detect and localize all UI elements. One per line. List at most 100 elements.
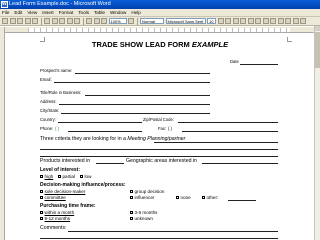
zip-line[interactable]	[178, 122, 278, 123]
prospect-line[interactable]	[75, 73, 210, 74]
font-select[interactable]: Microsoft Sans Serif	[165, 18, 206, 24]
decision-group-option[interactable]: group decision	[130, 189, 164, 194]
underline-icon[interactable]	[232, 18, 239, 24]
vertical-ruler[interactable]	[0, 27, 5, 240]
new-document-icon[interactable]	[2, 18, 8, 24]
time-month-option[interactable]: within a month	[40, 210, 74, 215]
paste-icon[interactable]	[59, 18, 65, 24]
font-size-select[interactable]: 10	[207, 18, 216, 24]
scroll-up-arrow-icon[interactable]	[315, 26, 320, 31]
menu-insert[interactable]: Insert	[42, 10, 54, 15]
products-line[interactable]	[96, 163, 124, 164]
interest-partial-option[interactable]: partial	[58, 174, 75, 179]
menu-help[interactable]: Help	[131, 10, 140, 15]
title-role-label: Title/Role in Business:	[40, 90, 82, 95]
checkbox-icon	[130, 196, 133, 200]
decision-influencer-option[interactable]: influencer	[130, 195, 154, 200]
checkbox-icon	[202, 196, 205, 200]
table-icon[interactable]	[86, 18, 92, 24]
cut-icon[interactable]	[44, 18, 50, 24]
zoom-select[interactable]: 100%	[108, 18, 127, 24]
document-page[interactable]: TRADE SHOW LEAD FORM EXAMPLE Date Prospe…	[6, 33, 314, 240]
columns-icon[interactable]	[93, 18, 100, 24]
interest-low-option[interactable]: low	[80, 174, 91, 179]
form-title: TRADE SHOW LEAD FORM EXAMPLE	[91, 40, 229, 49]
decision-heading: Decision-making influence/process:	[40, 182, 126, 188]
products-label: Products interested in	[40, 158, 91, 164]
menu-file[interactable]: File	[2, 10, 9, 15]
checkbox-icon	[176, 196, 179, 200]
bullets-icon[interactable]	[277, 18, 284, 24]
decision-sole-option[interactable]: sole decision-maker	[40, 189, 85, 194]
redo-icon[interactable]	[74, 18, 80, 24]
phone-area-code[interactable]: ( )	[55, 126, 59, 131]
toolbar-divider	[40, 17, 42, 25]
print-preview-icon[interactable]	[32, 18, 38, 24]
print-icon[interactable]	[24, 18, 31, 24]
justify-icon[interactable]	[262, 18, 269, 24]
country-line[interactable]	[58, 122, 142, 123]
checkbox-icon	[40, 190, 43, 194]
checkbox-icon	[40, 217, 43, 221]
align-right-icon[interactable]	[255, 18, 261, 24]
menu-window[interactable]: Window	[110, 10, 126, 15]
interest-high-option[interactable]: high	[40, 174, 53, 179]
time-9-12-option[interactable]: 9-12 months	[40, 216, 70, 221]
align-center-icon[interactable]	[247, 18, 254, 24]
menu-table[interactable]: Table	[94, 10, 105, 15]
indent-icon[interactable]	[292, 18, 299, 24]
checkbox-icon	[130, 211, 133, 215]
checkbox-icon	[130, 217, 133, 221]
criteria-line-3[interactable]	[40, 156, 278, 157]
italic-icon[interactable]	[225, 18, 231, 24]
decision-other-option[interactable]: other:	[202, 195, 218, 200]
decision-none-option[interactable]: none	[176, 195, 191, 200]
time-3-6-option[interactable]: 3-6 months	[130, 210, 157, 215]
menu-tools[interactable]: Tools	[78, 10, 89, 15]
date-line[interactable]	[240, 64, 278, 65]
scroll-thumb[interactable]	[315, 32, 320, 68]
window-title: Lead Form Example.doc - Microsoft Word	[9, 1, 111, 7]
menu-format[interactable]: Format	[59, 10, 74, 15]
help-icon[interactable]	[128, 18, 134, 24]
geographic-line[interactable]	[202, 163, 278, 164]
criteria-line-1[interactable]	[154, 142, 278, 143]
comments-line-2[interactable]	[40, 238, 278, 239]
comments-line-1[interactable]	[68, 231, 278, 232]
title-role-line[interactable]	[85, 95, 210, 96]
time-unknown-option[interactable]: unknown	[130, 216, 153, 221]
highlight-icon[interactable]	[300, 18, 306, 24]
outdent-icon[interactable]	[285, 18, 291, 24]
email-label: Email:	[40, 77, 52, 82]
copy-icon[interactable]	[51, 18, 58, 24]
ruler-scale	[28, 28, 290, 32]
checkbox-icon	[40, 196, 43, 200]
word-app-icon	[1, 0, 8, 9]
checkbox-icon	[40, 175, 43, 179]
fax-area-code[interactable]: ( )	[168, 126, 172, 131]
style-select[interactable]: Normal	[140, 18, 164, 24]
undo-icon[interactable]	[66, 18, 73, 24]
align-left-icon[interactable]	[240, 18, 246, 24]
vertical-scrollbar[interactable]	[314, 26, 320, 240]
open-icon[interactable]	[9, 18, 16, 24]
address-line[interactable]	[59, 104, 210, 105]
time-frame-heading: Purchasing time frame:	[40, 203, 96, 209]
prospect-label: Prospect's name:	[40, 68, 73, 73]
numbering-icon[interactable]	[270, 18, 276, 24]
email-line[interactable]	[54, 82, 210, 83]
toolbar-divider	[82, 17, 84, 25]
drawing-icon[interactable]	[101, 18, 107, 24]
phone-line[interactable]	[68, 131, 142, 132]
fax-line[interactable]	[182, 131, 278, 132]
decision-committee-option[interactable]: committee	[40, 195, 66, 200]
menu-edit[interactable]: Edit	[14, 10, 22, 15]
criteria-line-2[interactable]	[40, 149, 278, 150]
menu-view[interactable]: View	[27, 10, 37, 15]
city-state-line[interactable]	[61, 113, 210, 114]
geographic-label: Geographic areas interested in	[126, 158, 197, 164]
bold-icon[interactable]	[217, 18, 224, 24]
checkbox-icon	[80, 175, 83, 179]
save-icon[interactable]	[17, 18, 23, 24]
decision-other-line[interactable]	[228, 200, 256, 201]
